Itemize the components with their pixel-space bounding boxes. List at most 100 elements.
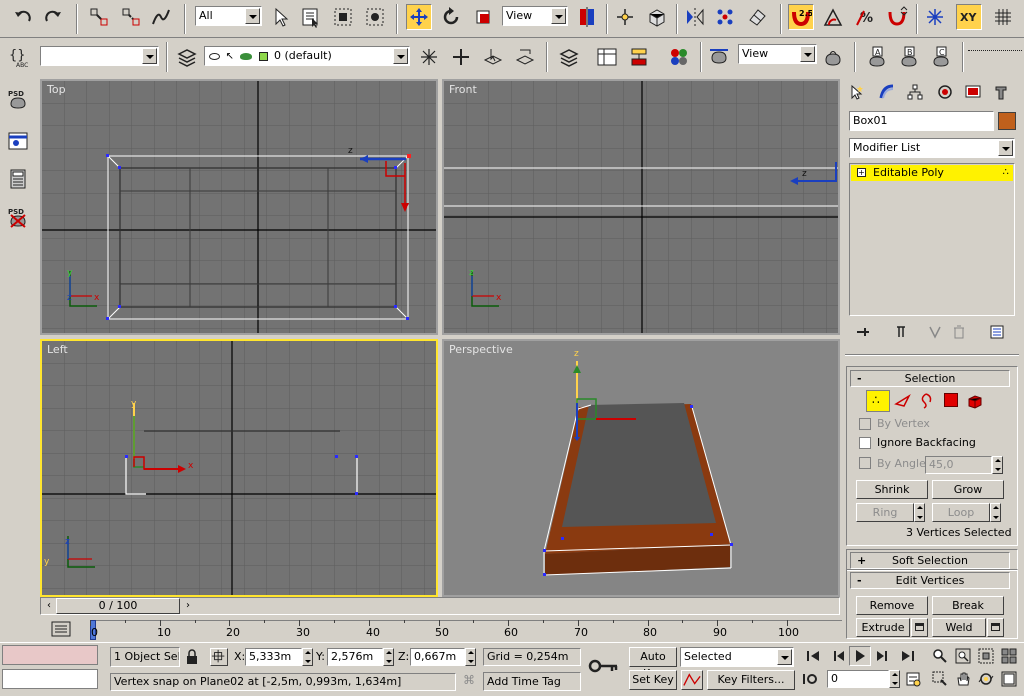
maximize-viewport-icon[interactable] bbox=[998, 669, 1020, 689]
set-key-mode-key-icon[interactable] bbox=[587, 652, 623, 680]
zoom-all-icon[interactable] bbox=[952, 646, 974, 666]
named-selection-dropdown[interactable] bbox=[40, 46, 159, 66]
align-icon[interactable] bbox=[712, 4, 738, 30]
region-zoom-icon[interactable] bbox=[929, 669, 951, 689]
key-mode-dropdown[interactable]: Selected bbox=[680, 647, 794, 667]
edge-mode-icon[interactable] bbox=[894, 392, 912, 410]
key-mode-toggle-icon[interactable] bbox=[799, 669, 821, 689]
go-to-start-icon[interactable] bbox=[802, 646, 824, 666]
calculator-icon[interactable] bbox=[5, 166, 31, 192]
coord-x-spinner[interactable] bbox=[302, 648, 313, 666]
element-mode-icon[interactable] bbox=[966, 392, 984, 410]
grow-button[interactable]: Grow bbox=[932, 480, 1004, 499]
undo-icon[interactable] bbox=[10, 4, 36, 30]
set-key-button[interactable]: Set Key bbox=[629, 670, 677, 690]
modifier-stack[interactable] bbox=[849, 163, 1015, 316]
teapot-icon[interactable] bbox=[240, 52, 252, 60]
snap-toggle-icon[interactable]: 2.5 bbox=[788, 4, 814, 30]
chevron-down-icon[interactable] bbox=[142, 48, 157, 64]
schematic-view-icon[interactable] bbox=[626, 44, 652, 70]
eye-icon[interactable] bbox=[209, 52, 220, 60]
psd-teapot-icon[interactable]: PSD bbox=[5, 86, 31, 112]
expand-toggle-icon[interactable]: + bbox=[857, 168, 866, 177]
object-color-swatch[interactable] bbox=[998, 112, 1016, 130]
viewport-front[interactable]: Front z x z bbox=[442, 79, 840, 335]
pin-stack-icon[interactable] bbox=[852, 322, 874, 342]
shrink-button[interactable]: Shrink bbox=[856, 480, 928, 499]
rectangular-selection-icon[interactable] bbox=[330, 4, 356, 30]
zoom-icon[interactable] bbox=[929, 646, 951, 666]
redo-icon[interactable] bbox=[40, 4, 66, 30]
select-and-manipulate-icon[interactable] bbox=[612, 4, 638, 30]
current-frame-spinner[interactable] bbox=[889, 670, 900, 688]
chevron-down-icon[interactable] bbox=[393, 48, 408, 64]
next-frame-icon[interactable] bbox=[872, 646, 894, 666]
coord-x-field[interactable]: 5,333m bbox=[245, 648, 302, 666]
previous-frame-icon[interactable] bbox=[827, 646, 849, 666]
weld-button[interactable]: Weld bbox=[932, 618, 986, 637]
extrude-settings-icon[interactable] bbox=[911, 618, 928, 637]
current-frame-field[interactable]: 0 bbox=[827, 670, 889, 688]
object-name-field[interactable]: Box01 bbox=[849, 111, 994, 131]
select-and-link-icon[interactable] bbox=[86, 4, 112, 30]
layer-manager-stack-icon[interactable] bbox=[556, 44, 582, 70]
render-scene-icon[interactable] bbox=[706, 44, 732, 70]
ring-button[interactable]: Ring bbox=[856, 503, 914, 522]
render-preset-b-icon[interactable]: B bbox=[896, 44, 922, 70]
polygon-mode-icon[interactable] bbox=[944, 393, 958, 407]
percent-snap-icon[interactable]: % bbox=[852, 4, 878, 30]
lock-selection-icon[interactable] bbox=[184, 648, 200, 666]
go-to-end-icon[interactable] bbox=[897, 646, 919, 666]
selection-rollout-header[interactable]: - Selection bbox=[850, 370, 1010, 387]
zoom-extents-icon[interactable] bbox=[975, 646, 997, 666]
utilities-tab-icon[interactable] bbox=[990, 82, 1012, 102]
arc-rotate-icon[interactable] bbox=[975, 669, 997, 689]
unlink-selection-icon[interactable] bbox=[118, 4, 144, 30]
psd-disabled-icon[interactable]: PSD bbox=[5, 204, 31, 230]
play-animation-icon[interactable] bbox=[849, 646, 871, 666]
render-preset-a-icon[interactable]: A bbox=[864, 44, 890, 70]
viewport-left[interactable]: Left y x z y bbox=[40, 339, 438, 597]
select-and-rotate-icon[interactable] bbox=[438, 4, 464, 30]
chevron-down-icon[interactable] bbox=[551, 8, 566, 24]
remove-modifier-icon[interactable] bbox=[948, 322, 970, 342]
coord-y-spinner[interactable] bbox=[383, 648, 394, 666]
ignore-backfacing-checkbox[interactable] bbox=[859, 437, 871, 449]
motion-tab-icon[interactable] bbox=[934, 82, 956, 102]
chevron-down-icon[interactable] bbox=[777, 649, 792, 665]
time-slider-prev-icon[interactable]: ‹ bbox=[42, 599, 56, 613]
zoom-extents-all-icon[interactable] bbox=[998, 646, 1020, 666]
hierarchy-tab-icon[interactable] bbox=[904, 82, 926, 102]
select-objects-in-layer-icon[interactable] bbox=[480, 44, 506, 70]
viewport-label-front[interactable]: Front bbox=[449, 83, 477, 96]
by-vertex-checkbox[interactable] bbox=[859, 418, 871, 430]
3d-snap-icon[interactable] bbox=[922, 4, 948, 30]
auto-key-button[interactable]: Auto Key bbox=[629, 647, 677, 680]
maxscript-listener-top[interactable] bbox=[2, 645, 98, 665]
viewport-label-left[interactable]: Left bbox=[47, 343, 68, 356]
viewport-label-perspective[interactable]: Perspective bbox=[449, 343, 513, 356]
set-current-layer-icon[interactable] bbox=[512, 44, 538, 70]
absolute-mode-icon[interactable] bbox=[210, 648, 228, 666]
render-view-dropdown[interactable]: View bbox=[738, 44, 817, 64]
window-crossing-icon[interactable] bbox=[362, 4, 388, 30]
add-time-tag-button[interactable]: Add Time Tag bbox=[483, 672, 581, 691]
by-angle-field[interactable]: 45,0 bbox=[925, 456, 992, 474]
create-tab-icon[interactable] bbox=[846, 82, 868, 102]
default-in-out-tangent-icon[interactable] bbox=[681, 670, 703, 690]
edit-vertices-header[interactable]: - Edit Vertices bbox=[850, 572, 1010, 589]
layer-manager-icon[interactable] bbox=[174, 44, 200, 70]
pan-hand-icon[interactable] bbox=[952, 669, 974, 689]
selection-filter-dropdown[interactable]: All bbox=[195, 6, 262, 26]
weld-settings-icon[interactable] bbox=[987, 618, 1004, 637]
axis-constraint-xy-icon[interactable]: XY bbox=[956, 4, 982, 30]
curve-editor-icon[interactable] bbox=[594, 44, 620, 70]
grid-icon[interactable] bbox=[990, 4, 1016, 30]
angle-snap-icon[interactable] bbox=[820, 4, 846, 30]
pivot-center-icon[interactable] bbox=[574, 4, 600, 30]
render-preset-c-icon[interactable]: C bbox=[928, 44, 954, 70]
chevron-down-icon[interactable] bbox=[245, 8, 260, 24]
chevron-down-icon[interactable] bbox=[998, 140, 1013, 156]
configure-modifier-sets-icon[interactable] bbox=[986, 322, 1008, 342]
extrude-button[interactable]: Extrude bbox=[856, 618, 910, 637]
